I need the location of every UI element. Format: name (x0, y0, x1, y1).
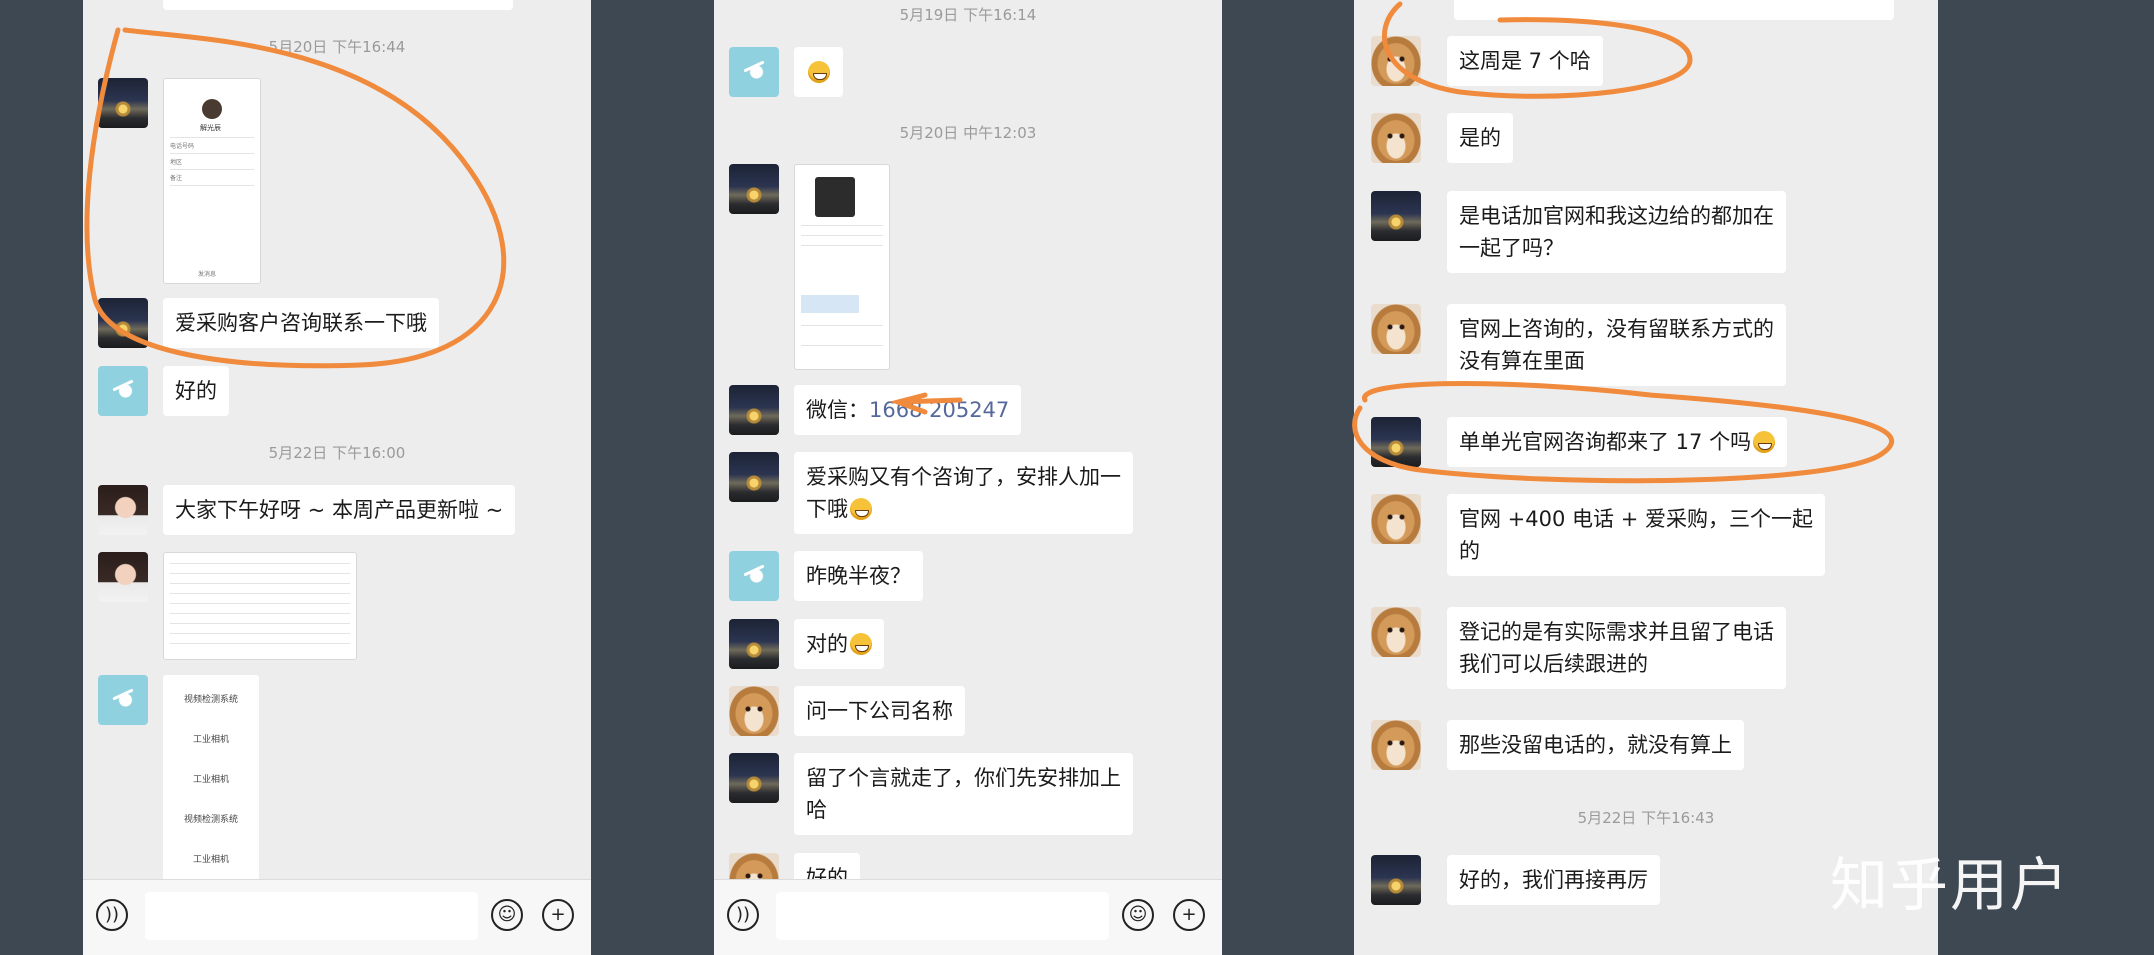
chat-panel-3[interactable]: 这周是 7 个哈 是的 是电话加官网和我这边给的都加在 一起了吗？ 官网上咨询的… (1354, 0, 1938, 955)
contact-name: 解光辰 (200, 124, 221, 132)
timestamp: 5月20日 下午16:44 (268, 38, 406, 56)
plus-icon[interactable]: + (542, 899, 574, 931)
product-item: 工业相机 (192, 775, 229, 785)
contact-row: 地区 (170, 159, 183, 166)
message-bubble[interactable]: 爱采购又有个咨询了，安排人加一 下哦 (794, 452, 1133, 534)
contact-row: 备注 (170, 175, 183, 182)
avatar[interactable] (1371, 191, 1421, 241)
product-item: 工业相机 (192, 735, 229, 745)
avatar[interactable] (729, 47, 779, 97)
message-bubble[interactable]: 大家下午好呀 ~ 本周产品更新啦 ~ (163, 485, 516, 535)
avatar[interactable] (729, 385, 779, 435)
message-bubble[interactable]: 爱采购客户咨询联系一下哦 (163, 298, 439, 348)
message-bubble[interactable]: 留了个言就走了，你们先安排加上 哈 (794, 753, 1133, 835)
message-bubble[interactable]: 问一下公司名称 (794, 686, 965, 736)
plus-icon[interactable]: + (1173, 899, 1205, 931)
avatar[interactable] (98, 485, 148, 535)
avatar[interactable] (1371, 720, 1421, 770)
avatar[interactable] (98, 552, 148, 602)
message-input[interactable] (776, 892, 1109, 940)
grin-emoji-icon (1753, 431, 1776, 453)
message-bubble[interactable]: 那些没留电话的，就没有算上 (1447, 720, 1744, 770)
message-input[interactable] (145, 892, 478, 940)
avatar[interactable] (1371, 304, 1421, 354)
contact-row: 电话号码 (170, 143, 195, 150)
emoji-bubble[interactable] (794, 47, 843, 97)
product-item: 视频检测系统 (183, 695, 238, 705)
avatar[interactable] (98, 78, 148, 128)
avatar[interactable] (1371, 113, 1421, 163)
input-bar: )) ☺ + (714, 879, 1222, 955)
voice-icon[interactable]: )) (96, 899, 128, 931)
message-bubble[interactable]: 官网 +400 电话 + 爱采购，三个一起 的 (1447, 494, 1825, 576)
message-bubble[interactable]: 好的，我们再接再厉 (1447, 855, 1660, 905)
wechat-number[interactable]: 1668 205247 (869, 398, 1009, 422)
avatar[interactable] (98, 675, 148, 725)
avatar[interactable] (98, 298, 148, 348)
screenshot-image[interactable] (794, 164, 890, 370)
message-text: 单单光官网咨询都来了 17 个吗 (1459, 430, 1752, 454)
avatar[interactable] (729, 686, 779, 736)
timestamp: 5月19日 下午16:14 (899, 6, 1037, 24)
avatar[interactable] (729, 452, 779, 502)
input-bar: )) ☺ + (83, 879, 591, 955)
message-bubble[interactable]: 好的 (163, 366, 229, 416)
message-bubble[interactable]: 微信：1668 205247 (794, 385, 1022, 435)
avatar[interactable] (729, 551, 779, 601)
product-item: 工业相机 (192, 855, 229, 865)
message-text: 对的 (806, 632, 848, 656)
product-photo (815, 177, 855, 217)
message-bubble[interactable]: 是的 (1447, 113, 1513, 163)
cut-off-bubble (163, 0, 513, 10)
message-bubble[interactable]: 对的 (794, 619, 884, 669)
message-bubble[interactable]: 昨晚半夜？ (794, 551, 923, 601)
wechat-label: 微信： (806, 398, 869, 422)
chat-panel-2[interactable]: 5月19日 下午16:14 5月20日 中午12:03 微信：1668 2052… (714, 0, 1222, 955)
avatar[interactable] (1371, 855, 1421, 905)
emoji-icon[interactable]: ☺ (1122, 899, 1154, 931)
avatar[interactable] (1371, 494, 1421, 544)
emoji-icon[interactable]: ☺ (491, 899, 523, 931)
laugh-emoji-icon (850, 633, 872, 655)
emoji-icon (808, 61, 830, 83)
message-bubble[interactable]: 单单光官网咨询都来了 17 个吗 (1447, 417, 1788, 467)
timestamp: 5月20日 中午12:03 (899, 124, 1037, 142)
avatar[interactable] (729, 753, 779, 803)
contact-footer: 发消息 (198, 271, 217, 278)
product-list-image[interactable] (163, 552, 357, 660)
grin-emoji-icon (850, 498, 872, 520)
avatar[interactable] (98, 366, 148, 416)
avatar[interactable] (1371, 36, 1421, 86)
contact-avatar (202, 99, 222, 119)
product-card[interactable]: 视频检测系统 工业相机 工业相机 视频检测系统 工业相机 (163, 675, 259, 885)
avatar[interactable] (729, 164, 779, 214)
timestamp: 5月22日 下午16:43 (1577, 809, 1715, 827)
cut-off-bubble (1454, 0, 1894, 20)
message-bubble[interactable]: 官网上咨询的，没有留联系方式的 没有算在里面 (1447, 304, 1786, 386)
message-bubble[interactable]: 是电话加官网和我这边给的都加在 一起了吗？ (1447, 191, 1786, 273)
avatar[interactable] (1371, 607, 1421, 657)
message-bubble[interactable]: 登记的是有实际需求并且留了电话 我们可以后续跟进的 (1447, 607, 1786, 689)
voice-icon[interactable]: )) (727, 899, 759, 931)
avatar[interactable] (729, 619, 779, 669)
watermark: 知乎用户 (1830, 851, 2071, 919)
timestamp: 5月22日 下午16:00 (268, 444, 406, 462)
contact-card-image[interactable]: 解光辰 电话号码 地区 备注 发消息 (163, 78, 261, 284)
product-item: 视频检测系统 (183, 815, 238, 825)
avatar[interactable] (1371, 417, 1421, 467)
chat-panel-1[interactable]: 5月20日 下午16:44 解光辰 电话号码 地区 备注 发消息 爱采购客户咨询… (83, 0, 591, 955)
message-bubble[interactable]: 这周是 7 个哈 (1447, 36, 1603, 86)
